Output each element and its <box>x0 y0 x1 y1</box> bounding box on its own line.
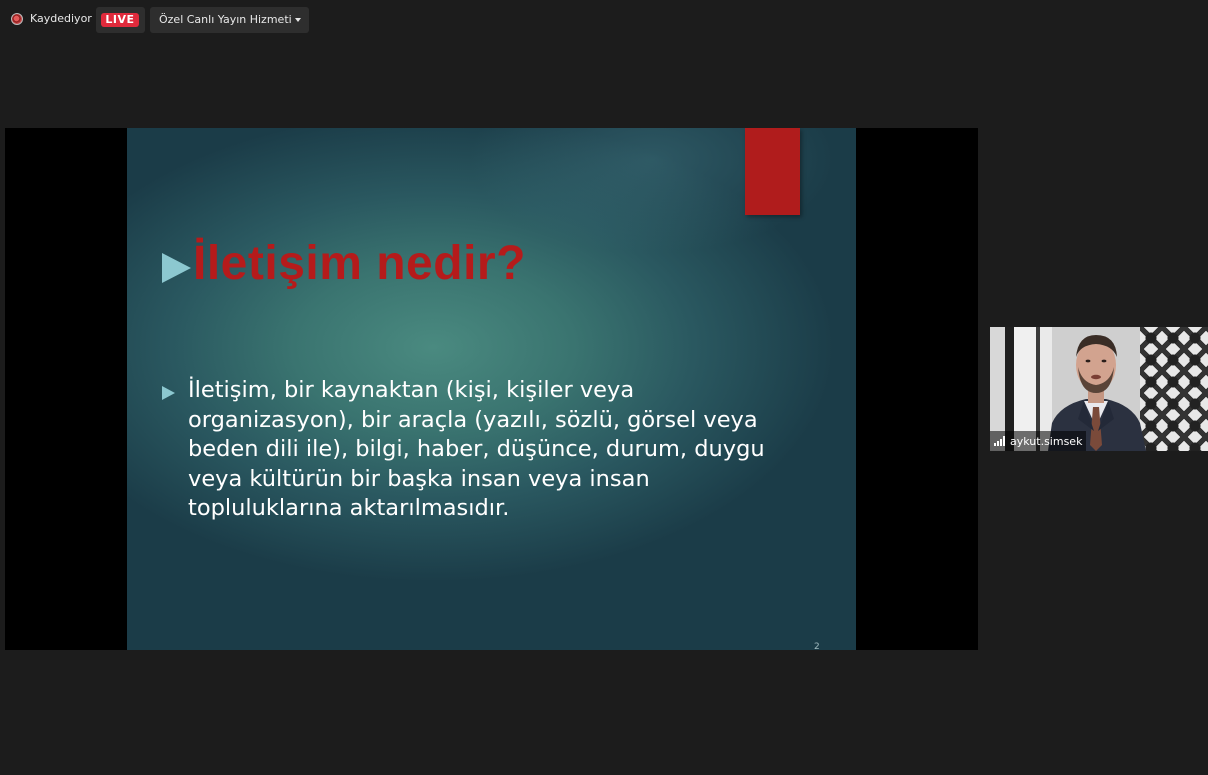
stream-service-dropdown[interactable]: Özel Canlı Yayın Hizmeti <box>150 7 309 33</box>
play-arrow-icon <box>162 252 191 283</box>
bullet-arrow-icon <box>162 386 175 400</box>
record-icon <box>11 12 23 25</box>
stream-service-label: Özel Canlı Yayın Hizmeti <box>159 13 292 26</box>
recording-indicator[interactable]: Kaydediyor <box>11 12 92 25</box>
slide-bullet-text: İletişim, bir kaynaktan (kişi, kişiler v… <box>188 377 765 521</box>
live-badge: LIVE <box>101 13 139 27</box>
participant-video-tile[interactable]: aykut.simsek <box>990 327 1208 451</box>
slide-bullet: İletişim, bir kaynaktan (kişi, kişiler v… <box>162 376 802 524</box>
chevron-down-icon <box>295 18 301 22</box>
participant-name: aykut.simsek <box>1010 434 1083 448</box>
slide-page-number: 2 <box>814 642 820 650</box>
live-button[interactable]: LIVE <box>96 7 145 33</box>
participant-name-label: aykut.simsek <box>990 431 1087 451</box>
shared-screen: İletişim nedir? İletişim, bir kaynaktan … <box>5 128 978 650</box>
signal-strength-icon <box>994 436 1005 446</box>
meeting-topbar: Kaydediyor LIVE Özel Canlı Yayın Hizmeti <box>0 0 1208 40</box>
slide-red-tab <box>745 128 800 215</box>
slide-title: İletişim nedir? <box>162 236 526 291</box>
recording-label: Kaydediyor <box>30 12 92 25</box>
presentation-slide: İletişim nedir? İletişim, bir kaynaktan … <box>127 128 856 650</box>
slide-title-text: İletişim nedir? <box>193 237 526 290</box>
